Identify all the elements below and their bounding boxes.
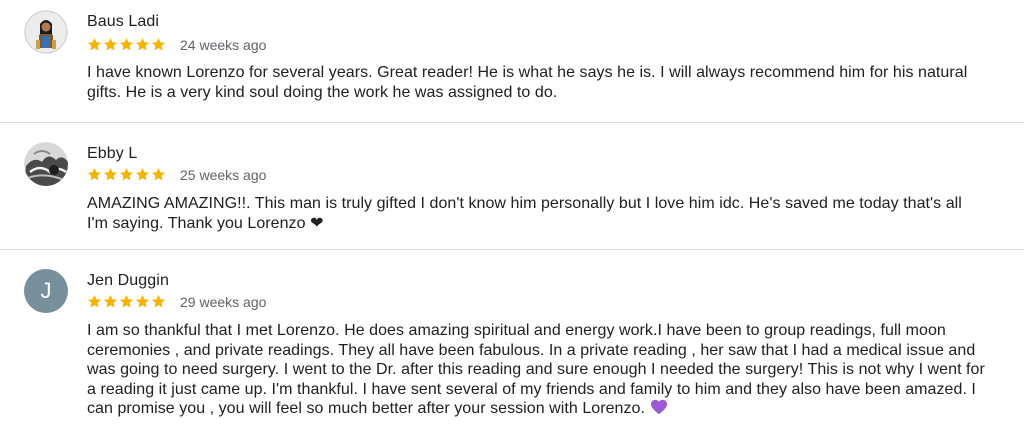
star-rating — [87, 37, 166, 53]
star-icon — [87, 37, 102, 51]
reviewer-avatar[interactable]: J — [24, 269, 68, 313]
reviewer-name[interactable]: Ebby L — [87, 145, 137, 163]
star-icon — [119, 37, 134, 51]
reviewer-name[interactable]: Jen Duggin — [87, 272, 169, 290]
review-timestamp: 25 weeks ago — [180, 167, 267, 183]
review-text: I am so thankful that I met Lorenzo. He … — [87, 321, 987, 419]
review-timestamp: 24 weeks ago — [180, 37, 267, 53]
star-icon — [119, 167, 134, 181]
review-timestamp: 29 weeks ago — [180, 294, 267, 310]
star-icon — [151, 37, 166, 51]
review-text-body: I am so thankful that I met Lorenzo. He … — [87, 322, 985, 417]
review-text-body: I have known Lorenzo for several years. … — [87, 64, 968, 101]
review-text: I have known Lorenzo for several years. … — [87, 63, 987, 102]
star-icon — [135, 37, 150, 51]
reviewer-avatar[interactable] — [24, 142, 68, 186]
star-icon — [151, 167, 166, 181]
star-icon — [151, 294, 166, 308]
reviewer-avatar[interactable] — [24, 10, 68, 54]
star-icon — [103, 294, 118, 308]
review-text-body: AMAZING AMAZING!!. This man is truly gif… — [87, 195, 962, 232]
star-rating — [87, 294, 166, 310]
star-icon — [103, 167, 118, 181]
review-text: AMAZING AMAZING!!. This man is truly gif… — [87, 194, 987, 233]
star-icon — [135, 294, 150, 308]
star-icon — [87, 294, 102, 308]
review-item: Baus Ladi 24 weeks ago I have known Lore… — [0, 0, 1024, 122]
purple-heart-icon — [650, 399, 667, 415]
star-icon — [103, 37, 118, 51]
star-icon — [135, 167, 150, 181]
review-item: Ebby L 25 weeks ago AMAZING AMAZING!!. T… — [0, 123, 1024, 249]
reviewer-name[interactable]: Baus Ladi — [87, 13, 159, 31]
star-icon — [119, 294, 134, 308]
star-icon — [87, 167, 102, 181]
reviews-list: Baus Ladi 24 weeks ago I have known Lore… — [0, 0, 1024, 433]
star-rating — [87, 167, 166, 183]
review-item: J Jen Duggin 29 weeks ago I am so thankf… — [0, 250, 1024, 433]
heart-emoji: ❤ — [310, 214, 324, 232]
